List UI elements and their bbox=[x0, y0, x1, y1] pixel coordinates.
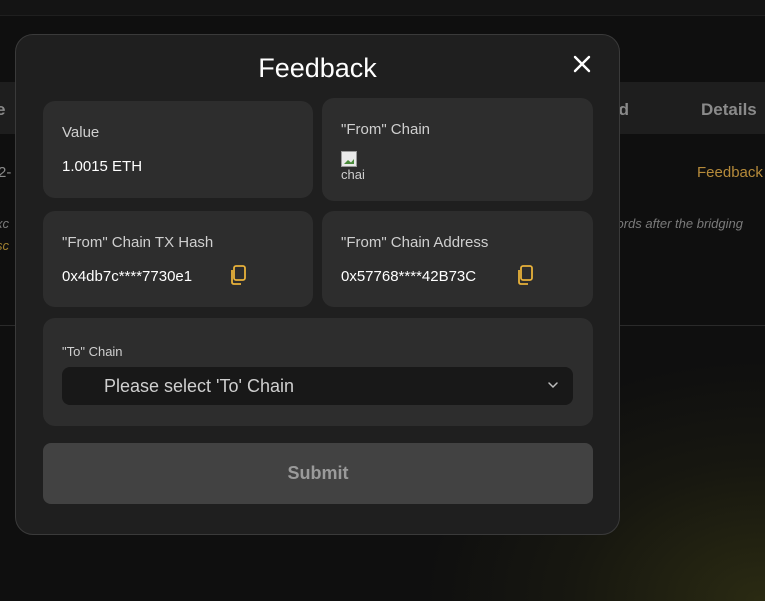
top-bar bbox=[0, 0, 765, 16]
close-button[interactable] bbox=[571, 53, 593, 75]
to-chain-placeholder: Please select 'To' Chain bbox=[104, 376, 294, 396]
copy-address-icon[interactable] bbox=[515, 264, 535, 286]
modal-title: Feedback bbox=[258, 53, 377, 83]
background-column-header: e bbox=[0, 100, 6, 119]
tx-hash-label: "From" Chain TX Hash bbox=[62, 234, 214, 251]
broken-image-icon bbox=[341, 151, 357, 167]
chain-logo-alt: chai bbox=[341, 167, 365, 181]
page: e rd Details 2- Feedback xc cords after … bbox=[0, 0, 765, 601]
background-row-cell: 2- bbox=[0, 164, 12, 181]
to-chain-select[interactable]: Please select 'To' Chain bbox=[62, 367, 573, 405]
chain-logo-image: chai bbox=[341, 151, 373, 181]
chevron-down-icon bbox=[548, 382, 558, 389]
feedback-modal: Feedback Value 1.0015 ETH "From" Chain c… bbox=[15, 34, 620, 535]
address-card: "From" Chain Address 0x57768****42B73C bbox=[322, 211, 593, 307]
value-card: Value 1.0015 ETH bbox=[43, 101, 313, 198]
from-chain-label: "From" Chain bbox=[341, 121, 431, 138]
close-icon bbox=[573, 55, 591, 73]
copy-tx-hash-icon[interactable] bbox=[228, 264, 248, 286]
to-chain-label: "To" Chain bbox=[62, 344, 123, 359]
from-chain-card: "From" Chain chai bbox=[322, 98, 593, 201]
address-label: "From" Chain Address bbox=[341, 234, 489, 251]
submit-button[interactable]: Submit bbox=[43, 443, 593, 504]
tx-hash-value: 0x4db7c****7730e1 bbox=[62, 268, 193, 285]
background-note-right: cords after the bridging bbox=[610, 216, 743, 231]
to-chain-card: "To" Chain Please select 'To' Chain bbox=[43, 318, 593, 426]
tx-hash-card: "From" Chain TX Hash 0x4db7c****7730e1 bbox=[43, 211, 313, 307]
background-column-details: Details bbox=[701, 100, 757, 119]
background-note-left-2: sc bbox=[0, 238, 9, 253]
address-value: 0x57768****42B73C bbox=[341, 268, 477, 285]
background-note-left: xc bbox=[0, 216, 9, 231]
value-label: Value bbox=[62, 124, 100, 141]
background-feedback-link[interactable]: Feedback bbox=[697, 164, 763, 181]
value-amount: 1.0015 ETH bbox=[62, 158, 143, 175]
